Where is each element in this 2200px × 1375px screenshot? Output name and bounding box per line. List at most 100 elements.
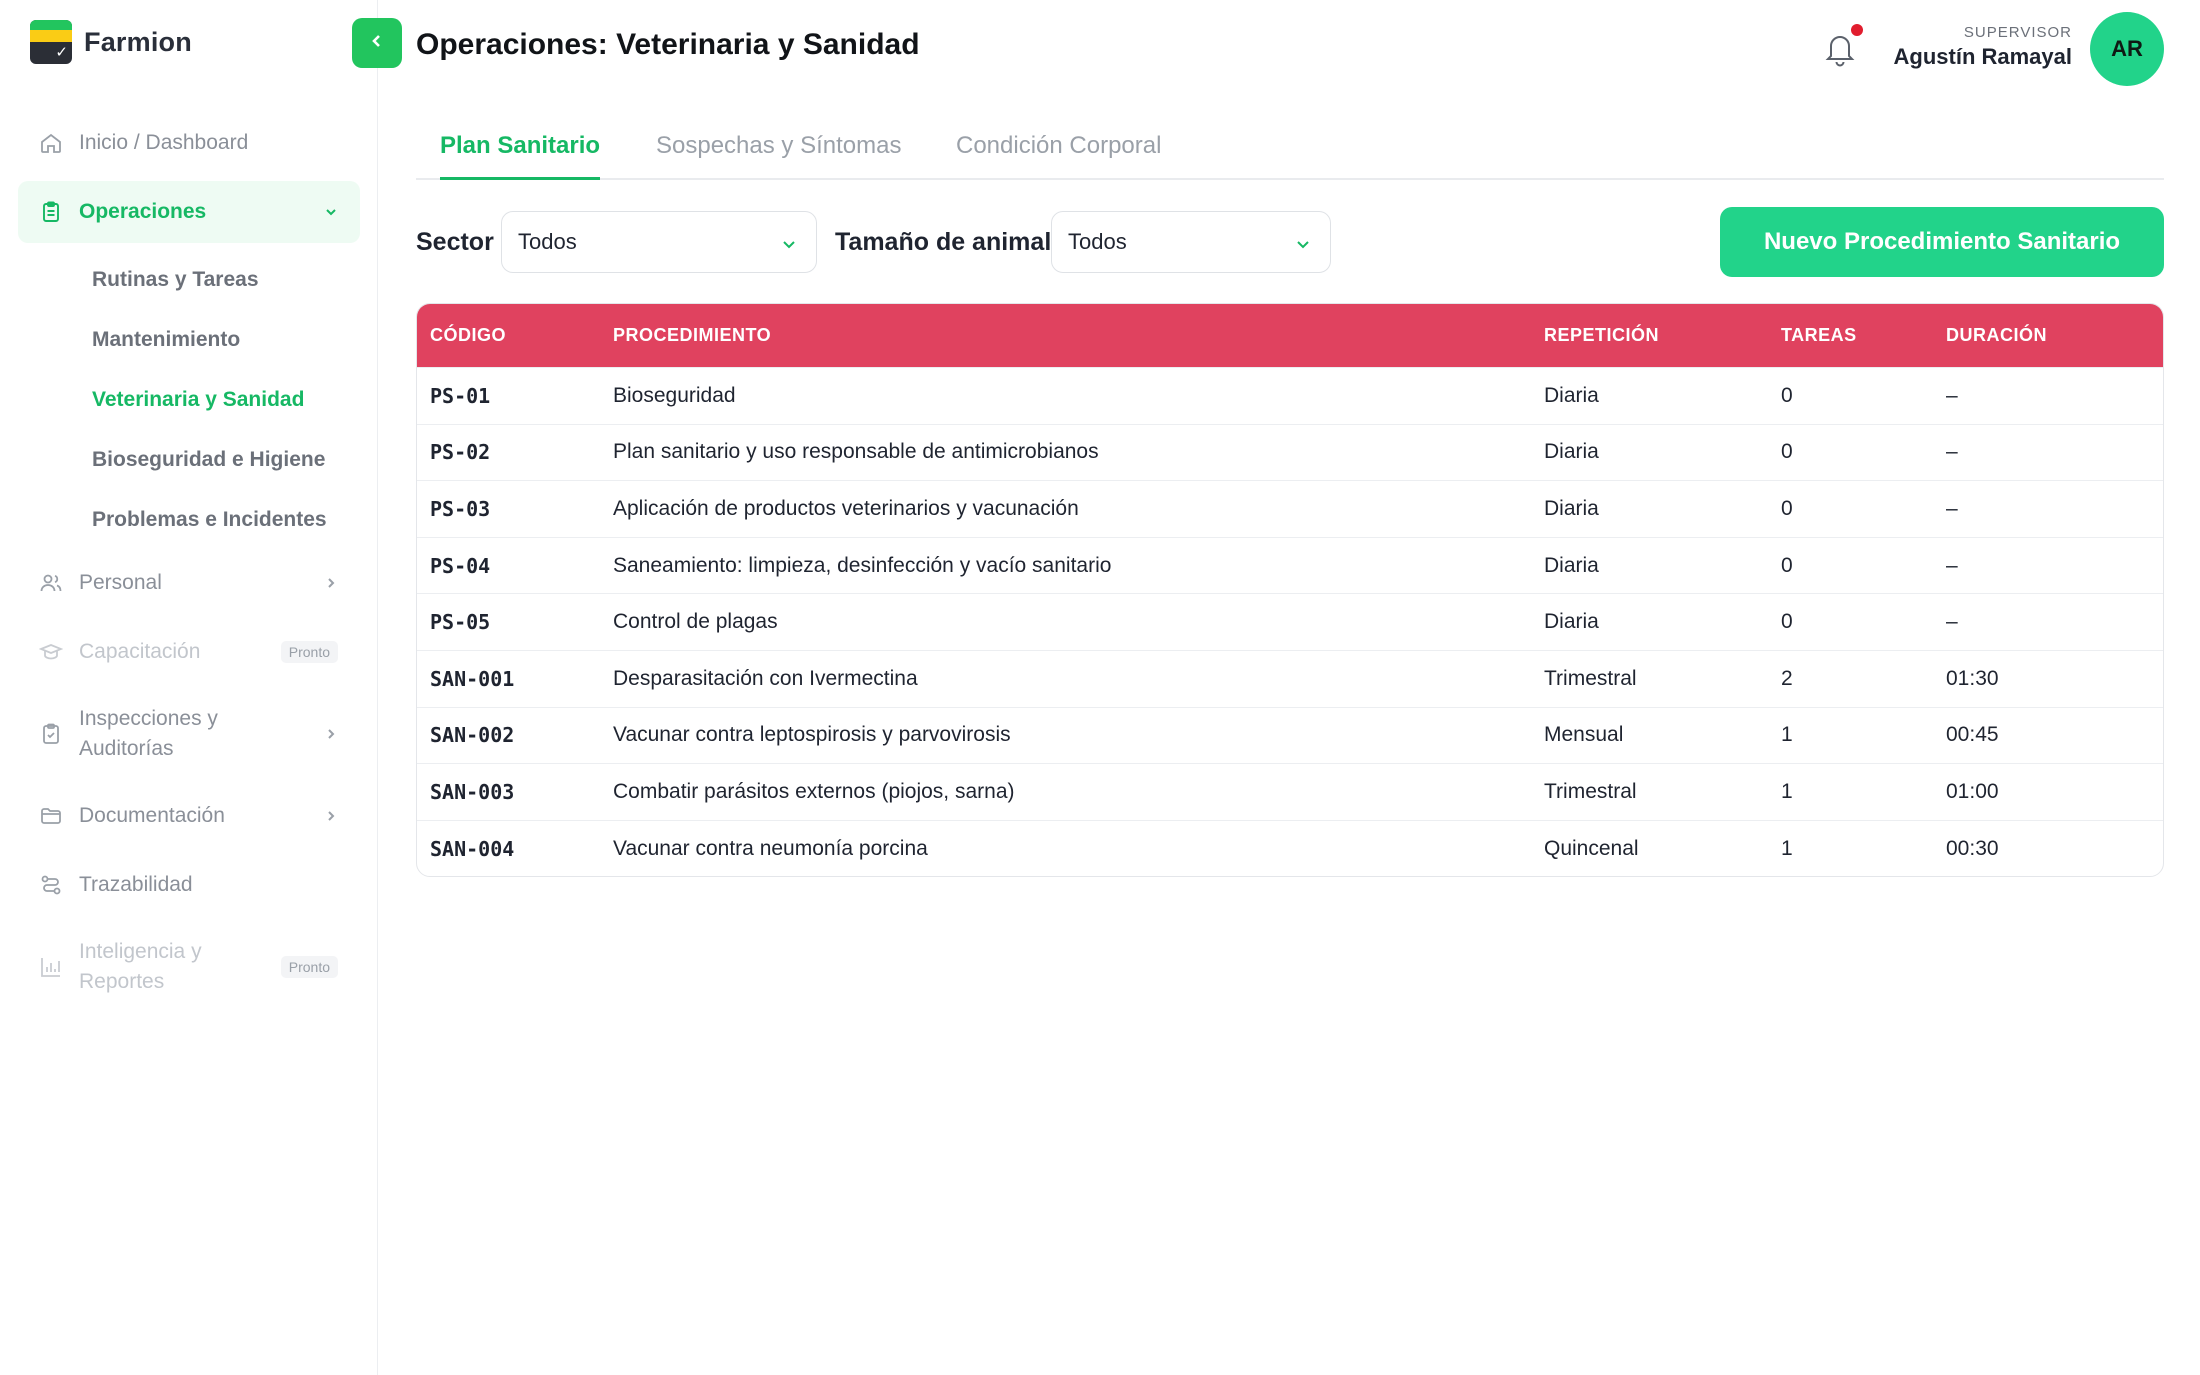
cell-duration: 00:45 [1946,723,1999,747]
brand[interactable]: ✓ Farmion [30,20,192,64]
tab-sospechas-sintomas[interactable]: Sospechas y Síntomas [656,132,901,180]
cell-procedure: Desparasitación con Ivermectina [613,666,918,690]
sidebar-item-documentacion[interactable]: Documentación [18,785,360,847]
sidebar-item-label: Inicio / Dashboard [79,131,249,154]
clipboard-check-icon [38,721,64,747]
cell-code: PS-01 [430,383,491,408]
sector-select-value: Todos [518,229,577,254]
cell-repetition: Quincenal [1544,836,1639,860]
column-header-procedimiento[interactable]: PROCEDIMIENTO [613,325,1544,346]
avatar[interactable]: AR [2090,12,2164,86]
route-icon [38,872,64,898]
cell-repetition: Diaria [1544,553,1599,577]
submenu-item-mantenimiento[interactable]: Mantenimiento [92,310,360,370]
chevron-right-icon [324,809,338,823]
cell-procedure: Control de plagas [613,610,778,634]
sidebar-item-label: Inspecciones y Auditorías [79,707,218,760]
bar-chart-icon [38,954,64,980]
cell-tasks: 0 [1781,610,1793,634]
cell-code: SAN-002 [430,723,515,748]
sidebar-nav: Inicio / Dashboard Operaciones Rutinas y… [18,112,360,1018]
cell-repetition: Diaria [1544,440,1599,464]
table-row[interactable]: SAN-004 Vacunar contra neumonía porcina Qu… [417,819,2163,877]
cell-code: PS-02 [430,440,491,465]
tab-bar: Plan Sanitario Sospechas y Síntomas Cond… [416,118,2164,180]
bell-icon[interactable] [1822,30,1858,68]
column-header-repeticion[interactable]: REPETICIÓN [1544,325,1781,346]
table-row[interactable]: PS-05 Control de plagas Diaria 0 – [417,593,2163,650]
clipboard-icon [38,199,64,225]
cell-duration: – [1946,610,1958,634]
coming-soon-badge: Pronto [280,956,338,978]
cell-duration: – [1946,496,1958,520]
graduation-cap-icon [38,639,64,665]
cell-repetition: Trimestral [1544,779,1637,803]
collapse-sidebar-button[interactable] [352,18,402,68]
submenu-item-rutinas[interactable]: Rutinas y Tareas [92,250,360,310]
cell-procedure: Saneamiento: limpieza, desinfección y va… [613,553,1112,577]
table-body: PS-01 Bioseguridad Diaria 0 – PS-02 Plan sanit… [417,367,2163,876]
table-row[interactable]: PS-03 Aplicación de productos veterinario… [417,480,2163,537]
sidebar-item-label: Operaciones [79,200,207,223]
chevron-down-icon [780,233,798,251]
cell-code: PS-03 [430,496,491,521]
submenu-item-problemas[interactable]: Problemas e Incidentes [92,490,360,550]
chevron-down-icon [1294,233,1312,251]
sidebar-item-trazabilidad[interactable]: Trazabilidad [18,854,360,916]
chevron-left-icon [368,32,386,55]
sidebar-item-inicio[interactable]: Inicio / Dashboard [18,112,360,174]
sidebar-item-label: Inteligencia y Reportes [79,940,202,993]
cell-repetition: Diaria [1544,496,1599,520]
farmion-logo-icon: ✓ [30,20,72,64]
sector-select[interactable]: Todos [501,211,817,273]
table-row[interactable]: PS-02 Plan sanitario y uso responsable de… [417,423,2163,481]
sector-label: Sector [416,228,494,256]
sidebar-item-inspecciones[interactable]: Inspecciones y Auditorías [18,690,360,778]
sidebar-item-label: Personal [79,571,162,594]
new-procedure-button[interactable]: Nuevo Procedimiento Sanitario [1720,207,2164,277]
sidebar-item-personal[interactable]: Personal [18,552,360,614]
column-header-tareas[interactable]: TAREAS [1781,325,1946,346]
cell-duration: – [1946,440,1958,464]
procedures-table: CÓDIGO PROCEDIMIENTO REPETICIÓN TAREAS D… [416,303,2164,878]
animal-size-select-value: Todos [1068,229,1127,254]
cell-repetition: Mensual [1544,723,1624,747]
cell-repetition: Diaria [1544,610,1599,634]
cell-repetition: Diaria [1544,383,1599,407]
animal-size-select[interactable]: Todos [1051,211,1331,273]
cell-tasks: 0 [1781,440,1793,464]
table-row[interactable]: SAN-002 Vacunar contra leptospirosis y pa… [417,706,2163,764]
cell-code: SAN-001 [430,666,515,691]
cell-code: PS-05 [430,610,491,635]
table-header: CÓDIGO PROCEDIMIENTO REPETICIÓN TAREAS D… [417,304,2163,367]
sidebar-item-operaciones[interactable]: Operaciones [18,181,360,243]
folder-icon [38,803,64,829]
column-header-codigo[interactable]: CÓDIGO [417,325,613,346]
submenu-item-bioseguridad[interactable]: Bioseguridad e Higiene [92,430,360,490]
sidebar: ✓ Farmion Inicio / Dashboard Operaciones [0,0,378,1375]
submenu-item-veterinaria[interactable]: Veterinaria y Sanidad [92,370,360,430]
table-row[interactable]: SAN-001 Desparasitación con Ivermectina Tr… [417,649,2163,707]
table-row[interactable]: SAN-003 Combatir parásitos externos (pioj… [417,763,2163,820]
notification-dot [1851,24,1863,36]
column-header-duracion[interactable]: DURACIÓN [1946,325,2163,346]
cell-procedure: Aplicación de productos veterinarios y v… [613,496,1079,520]
chevron-right-icon [324,576,338,590]
users-icon [38,570,64,596]
tab-plan-sanitario[interactable]: Plan Sanitario [440,132,601,180]
chevron-down-icon [324,205,338,219]
tab-condicion-corporal[interactable]: Condición Corporal [956,132,1161,180]
cell-tasks: 1 [1781,779,1793,803]
sidebar-item-label: Documentación [79,804,225,827]
table-row[interactable]: PS-01 Bioseguridad Diaria 0 – [417,367,2163,424]
chevron-right-icon [324,727,338,741]
brand-name: Farmion [84,26,192,57]
cell-duration: 01:00 [1946,779,1999,803]
sidebar-item-label: Trazabilidad [79,873,193,896]
cell-tasks: 0 [1781,496,1793,520]
table-row[interactable]: PS-04 Saneamiento: limpieza, desinfección… [417,536,2163,594]
user-role: SUPERVISOR [1963,24,2072,41]
app-root: ✓ Farmion Inicio / Dashboard Operaciones [0,0,2200,1375]
cell-duration: 00:30 [1946,836,1999,860]
cell-tasks: 1 [1781,723,1793,747]
